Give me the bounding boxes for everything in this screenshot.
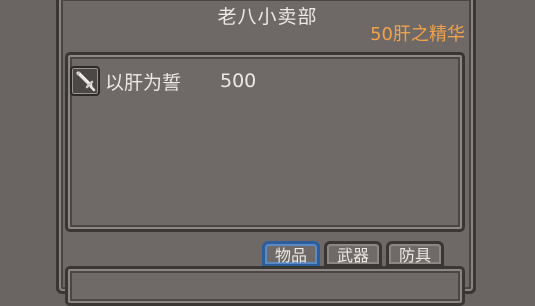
category-tabs: 物品 武器 防具	[262, 241, 445, 267]
tab-items[interactable]: 物品	[262, 241, 321, 267]
shop-screen: 老八小卖部 50肝之精华 以肝为誓 500 物品 武器 防具	[0, 0, 535, 306]
item-detail-panel	[65, 266, 465, 306]
item-name: 以肝为誓	[105, 71, 182, 94]
currency-balance: 50肝之精华	[370, 24, 465, 45]
tab-weapons[interactable]: 武器	[324, 241, 383, 267]
list-item[interactable]: 以肝为誓 500	[70, 64, 256, 98]
tab-armor[interactable]: 防具	[386, 241, 445, 267]
item-price: 500	[220, 70, 257, 92]
sword-icon	[70, 66, 100, 96]
